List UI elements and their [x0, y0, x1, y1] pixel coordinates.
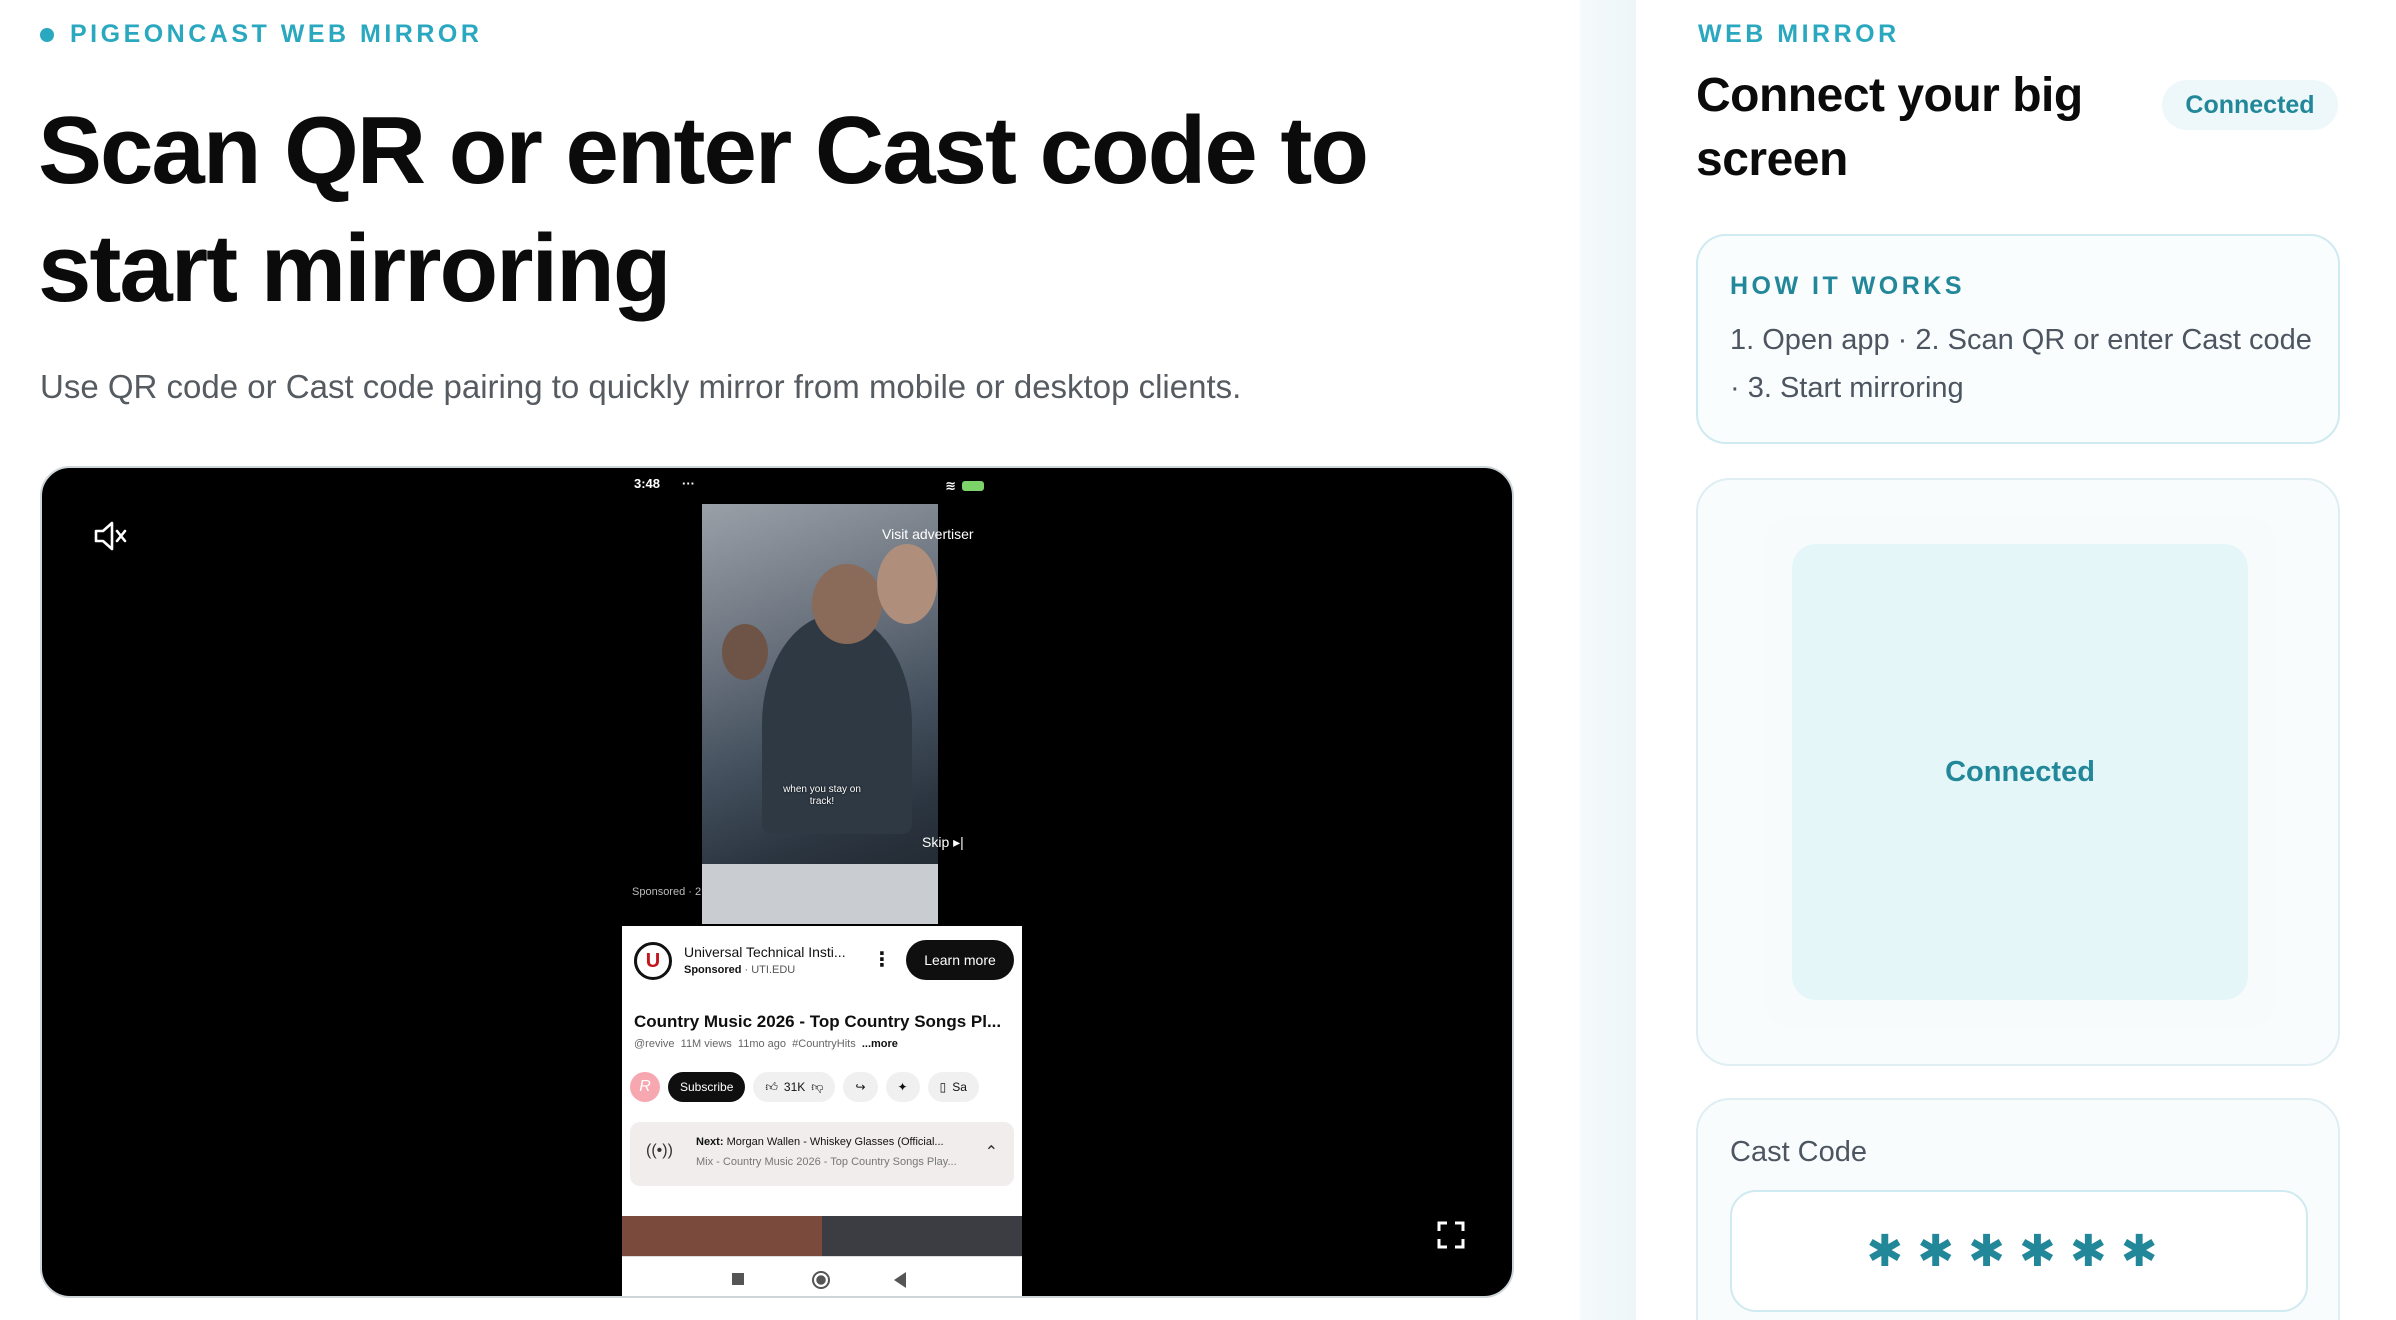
- thumbnail[interactable]: [622, 1216, 822, 1256]
- thumbs-up-icon: 👍︎: [765, 1079, 778, 1094]
- video-views: 11M views: [680, 1038, 732, 1050]
- next-title: Next: Morgan Wallen - Whiskey Glasses (O…: [696, 1136, 944, 1148]
- video-figure: [877, 544, 937, 624]
- brand-label: PIGEONCAST WEB MIRROR: [70, 20, 483, 48]
- ad-row: U Universal Technical Insti... Sponsored…: [634, 940, 1014, 984]
- brand-dot-icon: [40, 27, 54, 42]
- page-subtitle: Use QR code or Cast code pairing to quic…: [40, 368, 1242, 405]
- wifi-icon: ≋: [945, 478, 956, 493]
- video-caption: when you stay on track!: [783, 784, 861, 807]
- recents-icon[interactable]: [732, 1273, 744, 1285]
- like-count: 31K: [783, 1080, 806, 1094]
- advertiser-logo: U: [634, 942, 672, 980]
- advertiser-name: Universal Technical Insti...: [684, 944, 846, 960]
- advertiser-domain: · UTI.EDU: [744, 964, 796, 976]
- like-button[interactable]: 👍︎ 31K 👎︎: [753, 1072, 836, 1102]
- phone-mirror: 3:48 ··· ≋ when you stay on track! Visit…: [582, 468, 1022, 1296]
- sidebar-title: Connect your big screen: [1696, 69, 2083, 186]
- share-button[interactable]: ↪: [843, 1072, 878, 1102]
- how-it-works-steps: 1. Open app · 2. Scan QR or enter Cast c…: [1730, 324, 2312, 404]
- thumbs-down-icon: 👎︎: [811, 1079, 824, 1094]
- speaker-muted-icon[interactable]: [92, 518, 128, 554]
- sponsored-strip: Sponsored · 2: [632, 886, 702, 898]
- visit-advertiser-link[interactable]: Visit advertiser: [882, 526, 974, 542]
- learn-more-button[interactable]: Learn more: [906, 940, 1014, 980]
- ad-video[interactable]: when you stay on track!: [702, 504, 938, 924]
- connect-sidebar: WEB MIRROR Connect your big screen Conne…: [1636, 0, 2396, 1320]
- advertiser-meta: Sponsored · UTI.EDU: [684, 964, 795, 976]
- channel-avatar[interactable]: R: [630, 1072, 660, 1102]
- next-playlist: Mix - Country Music 2026 - Top Country S…: [696, 1156, 957, 1168]
- sparkle-button[interactable]: ✦: [885, 1072, 920, 1102]
- video-actions: R Subscribe 👍︎ 31K 👎︎ ↪ ✦ ▯ Sa: [630, 1070, 1030, 1104]
- mirror-player[interactable]: 3:48 ··· ≋ when you stay on track! Visit…: [40, 466, 1514, 1298]
- up-next-card[interactable]: ((•)) Next: Morgan Wallen - Whiskey Glas…: [630, 1122, 1014, 1186]
- qr-card: Connected: [1696, 478, 2340, 1066]
- page-title: Scan QR or enter Cast code to start mirr…: [38, 97, 1369, 322]
- save-button[interactable]: ▯ Sa: [927, 1072, 979, 1102]
- subscribe-button[interactable]: Subscribe: [668, 1072, 746, 1102]
- sponsored-label: Sponsored: [684, 964, 742, 976]
- sidebar-label: WEB MIRROR: [1698, 20, 1900, 48]
- main-column: PIGEONCAST WEB MIRROR Scan QR or enter C…: [0, 0, 1580, 1320]
- home-icon[interactable]: [812, 1271, 830, 1289]
- qr-code-area: Connected: [1792, 544, 2248, 1000]
- qr-frame: Connected: [1764, 516, 2276, 1028]
- back-icon[interactable]: [894, 1272, 906, 1288]
- status-time: 3:48: [634, 476, 661, 491]
- video-age: 11mo ago: [737, 1038, 787, 1050]
- android-nav-bar: [622, 1256, 1022, 1296]
- cast-code-card: Cast Code ✱✱✱✱✱✱: [1696, 1098, 2340, 1320]
- video-info-panel: U Universal Technical Insti... Sponsored…: [622, 926, 1022, 1296]
- video-meta: @revive 11M views 11mo ago #CountryHits …: [634, 1038, 898, 1050]
- save-label: Sa: [952, 1080, 967, 1094]
- chevron-up-icon[interactable]: ⌃: [985, 1142, 998, 1162]
- bookmark-icon: ▯: [939, 1080, 947, 1094]
- brand: PIGEONCAST WEB MIRROR: [40, 20, 482, 49]
- fullscreen-icon[interactable]: [1436, 1220, 1466, 1250]
- video-figure: [722, 624, 768, 680]
- phone-status-bar: 3:48 ··· ≋: [582, 476, 1002, 496]
- cast-code-label: Cast Code: [1730, 1136, 1868, 1168]
- video-figure: [812, 564, 882, 644]
- next-video-title: Morgan Wallen - Whiskey Glasses (Officia…: [726, 1136, 944, 1148]
- next-prefix: Next:: [696, 1136, 724, 1148]
- broadcast-icon: ((•)): [646, 1142, 673, 1159]
- battery-icon: [962, 481, 984, 491]
- more-link[interactable]: ...more: [862, 1038, 898, 1050]
- thumbnail[interactable]: [822, 1216, 1022, 1256]
- status-badge: Connected: [2162, 80, 2338, 130]
- column-divider: [1580, 0, 1636, 1320]
- cast-code-field[interactable]: ✱✱✱✱✱✱: [1730, 1190, 2308, 1312]
- how-it-works-label: HOW IT WORKS: [1730, 272, 1966, 300]
- video-channel: @revive: [634, 1038, 675, 1050]
- skip-ad-button[interactable]: Skip ▸|: [922, 834, 964, 851]
- status-dots: ···: [682, 476, 695, 491]
- share-icon: ↪: [855, 1080, 866, 1094]
- sparkle-icon: ✦: [897, 1080, 908, 1094]
- thumbnail-row: [622, 1216, 1022, 1256]
- video-title[interactable]: Country Music 2026 - Top Country Songs P…: [634, 1012, 1001, 1032]
- more-options-icon[interactable]: ⋮: [872, 950, 892, 970]
- status-icons: ≋: [945, 478, 984, 494]
- video-hashtag: #CountryHits: [792, 1038, 856, 1050]
- video-keyboard: [702, 864, 938, 924]
- how-it-works-card: HOW IT WORKS 1. Open app · 2. Scan QR or…: [1696, 234, 2340, 444]
